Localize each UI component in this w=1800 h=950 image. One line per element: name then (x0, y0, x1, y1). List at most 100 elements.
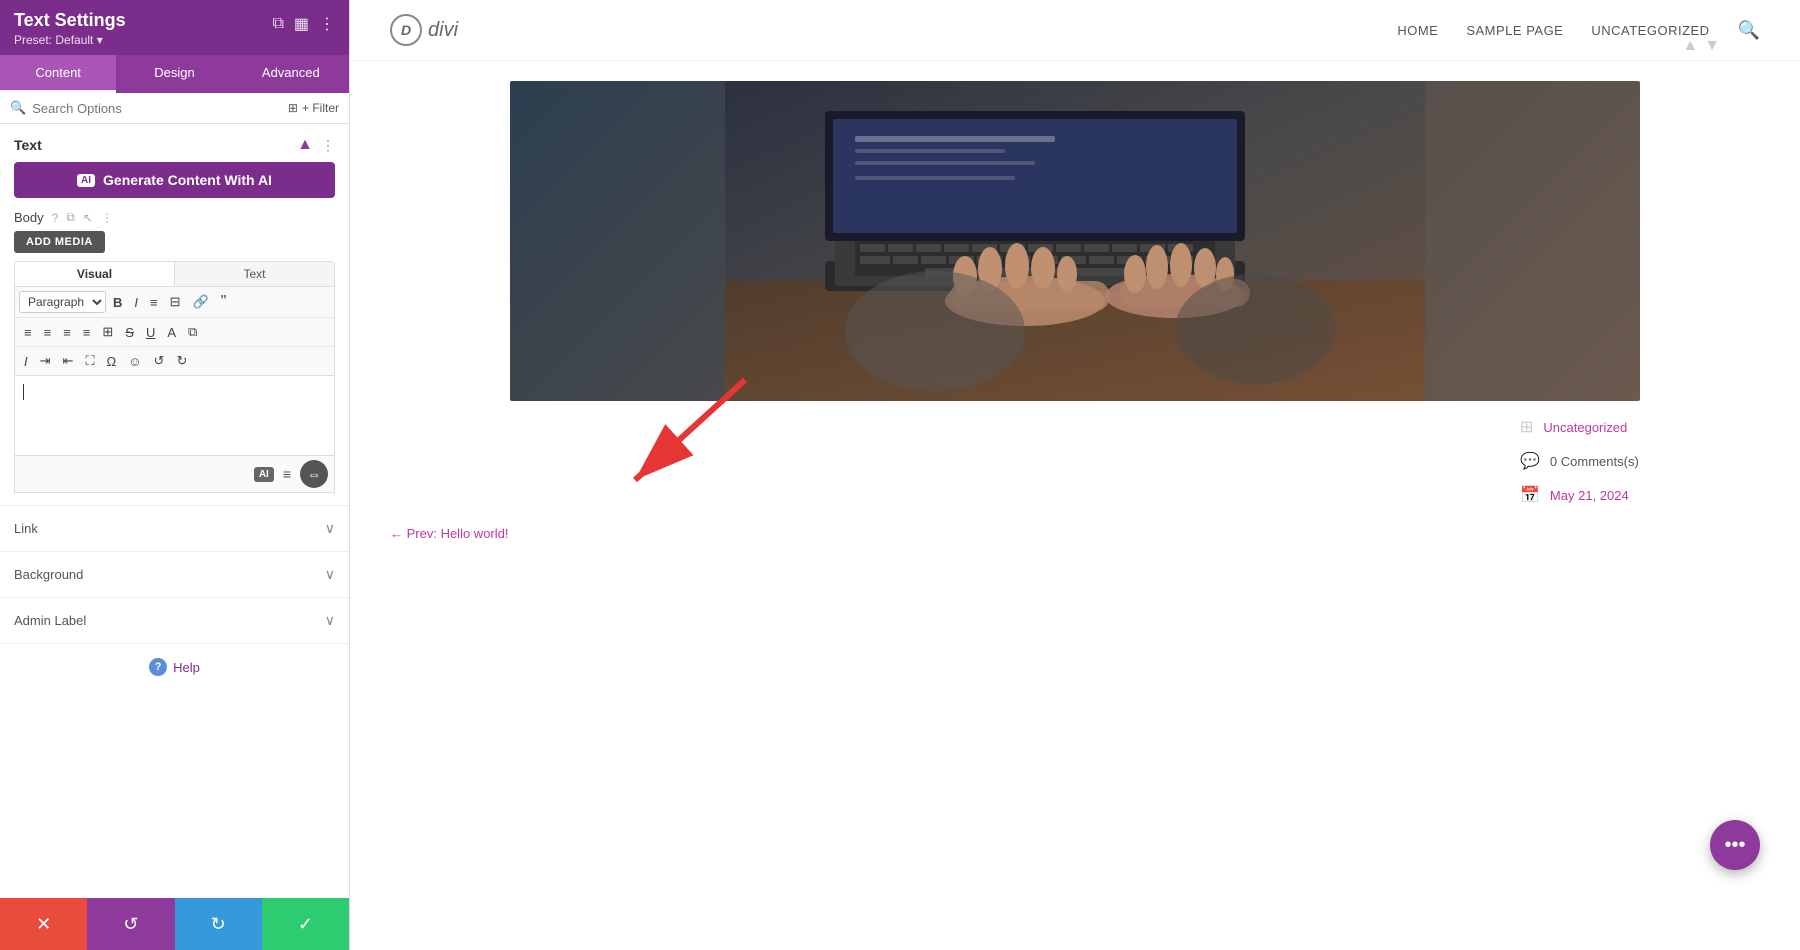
logo-circle: D (390, 14, 422, 46)
unordered-list-button[interactable]: ≡ (145, 292, 163, 313)
logo-text: divi (428, 19, 458, 42)
collapse-icon[interactable]: ▲ (297, 136, 313, 154)
meta-category: ⊞ Uncategorized (1520, 417, 1720, 437)
category-text[interactable]: Uncategorized (1543, 420, 1627, 435)
undo-icon: ↺ (123, 914, 138, 935)
filter-icon: ⊞ (288, 101, 298, 115)
panel-tabs: Content Design Advanced (0, 55, 349, 93)
date-text[interactable]: May 21, 2024 (1550, 488, 1629, 503)
panel-title: Text Settings (14, 10, 126, 31)
lines-icon-button[interactable]: ≡ (280, 463, 294, 485)
expand-button[interactable]: ⇔ (300, 460, 328, 488)
outdent-button[interactable]: ⇤ (58, 350, 79, 372)
search-bar: 🔍 ⊞ + Filter (0, 93, 349, 124)
paragraph-select[interactable]: Paragraph (19, 291, 106, 313)
help-icon-small[interactable]: ? (52, 211, 59, 225)
text-icons-row: AI ≡ ⇔ (14, 456, 335, 493)
cancel-icon: ✕ (36, 914, 51, 935)
nav-sample-page[interactable]: SAMPLE PAGE (1466, 23, 1563, 38)
editor-tab-visual[interactable]: Visual (15, 262, 175, 286)
link-section-header[interactable]: Link ∨ (0, 506, 349, 551)
section-icons: ▲ ⋮ (297, 136, 335, 154)
ai-generate-button[interactable]: AI Generate Content With AI (14, 162, 335, 198)
text-color-button[interactable]: A (162, 322, 181, 343)
toolbar-row-3: I ⇥ ⇤ ⛶ Ω ☺ ↺ ↻ (15, 347, 334, 375)
bold-button[interactable]: B (108, 292, 127, 313)
tab-content[interactable]: Content (0, 55, 116, 93)
filter-button[interactable]: ⊞ + Filter (288, 101, 339, 115)
section-more-icon[interactable]: ⋮ (321, 137, 335, 154)
ai-button-label: Generate Content With AI (103, 172, 272, 188)
site-logo[interactable]: D divi (390, 14, 458, 46)
align-justify-button[interactable]: ≡ (78, 322, 96, 343)
link-section-title: Link (14, 521, 38, 536)
italic2-button[interactable]: I (19, 351, 33, 372)
fullscreen-button[interactable]: ⛶ (80, 350, 99, 372)
expand-icon: ⇔ (307, 466, 321, 482)
admin-label-section-header[interactable]: Admin Label ∨ (0, 598, 349, 643)
cancel-button[interactable]: ✕ (0, 898, 87, 950)
floating-action-button[interactable]: ••• (1710, 820, 1760, 870)
site-preview: D divi HOME SAMPLE PAGE UNCATEGORIZED 🔍 (350, 0, 1800, 950)
redo-button[interactable]: ↻ (175, 898, 262, 950)
meta-comments: 💬 0 Comments(s) (1520, 451, 1720, 471)
tab-advanced[interactable]: Advanced (233, 55, 349, 93)
indent-button[interactable]: ⇥ (35, 350, 56, 372)
add-media-button[interactable]: ADD MEDIA (14, 231, 105, 253)
align-left-button[interactable]: ≡ (19, 322, 37, 343)
search-input[interactable] (32, 101, 282, 116)
ai-inline-button[interactable]: AI (254, 467, 274, 482)
link-button[interactable]: 🔗 (188, 291, 214, 313)
nav-home[interactable]: HOME (1397, 23, 1438, 38)
comments-text[interactable]: 0 Comments(s) (1550, 454, 1639, 469)
prev-link-area: ← Prev: Hello world! (350, 505, 1800, 563)
prev-link[interactable]: ← Prev: Hello world! (390, 526, 508, 541)
help-section[interactable]: ? Help (0, 643, 349, 690)
background-section-title: Background (14, 567, 83, 582)
blockquote-button[interactable]: " (216, 290, 232, 314)
tab-design[interactable]: Design (116, 55, 232, 93)
copy-icon-small[interactable]: ⧉ (66, 210, 75, 225)
more-icon-small[interactable]: ⋮ (101, 211, 113, 225)
toolbar-row-2: ≡ ≡ ≡ ≡ ⊞ S U A ⧉ (15, 318, 334, 347)
emoji-button[interactable]: ☺ (123, 351, 146, 372)
align-center-button[interactable]: ≡ (39, 322, 57, 343)
redo-editor-button[interactable]: ↻ (171, 350, 192, 372)
editor-tab-text[interactable]: Text (175, 262, 334, 286)
arrow-up-icon[interactable]: ▲ (1682, 37, 1698, 55)
admin-label-title: Admin Label (14, 613, 86, 628)
text-section-header[interactable]: Text ▲ ⋮ (0, 124, 349, 162)
settings-icon[interactable]: ⧉ (272, 15, 283, 33)
text-section-title: Text (14, 137, 42, 153)
hero-image (510, 81, 1640, 401)
align-right-button[interactable]: ≡ (58, 322, 76, 343)
save-button[interactable]: ✓ (262, 898, 349, 950)
undo-editor-button[interactable]: ↺ (149, 350, 170, 372)
ordered-list-button[interactable]: ⊟ (165, 291, 186, 313)
text-content-area[interactable] (14, 376, 335, 456)
meta-area: ▲ ▼ ⊞ Uncategorized 💬 0 Comments(s) 📅 Ma… (350, 417, 1800, 505)
admin-label-section: Admin Label ∨ (0, 597, 349, 643)
nav-search-icon[interactable]: 🔍 (1738, 20, 1760, 41)
more-icon[interactable]: ⋮ (319, 14, 335, 34)
underline-button[interactable]: U (141, 322, 160, 343)
paste-button[interactable]: ⧉ (183, 321, 202, 343)
panel-header: Text Settings Preset: Default ▾ ⧉ ▦ ⋮ (0, 0, 349, 55)
search-icon: 🔍 (10, 100, 26, 116)
strikethrough-button[interactable]: S (120, 322, 139, 343)
background-section-header[interactable]: Background ∨ (0, 552, 349, 597)
undo-button[interactable]: ↺ (87, 898, 174, 950)
hero-container (350, 81, 1800, 401)
comments-icon: 💬 (1520, 451, 1540, 471)
sort-arrows: ▲ ▼ (1682, 37, 1720, 55)
cursor-icon-small[interactable]: ↖ (83, 211, 93, 225)
panel-preset[interactable]: Preset: Default ▾ (14, 33, 126, 47)
table-button[interactable]: ⊞ (97, 321, 118, 343)
italic-button[interactable]: I (129, 292, 143, 313)
omega-button[interactable]: Ω (102, 351, 122, 372)
nav-uncategorized[interactable]: UNCATEGORIZED (1591, 23, 1709, 38)
arrow-down-icon[interactable]: ▼ (1704, 37, 1720, 55)
layout-icon[interactable]: ▦ (294, 14, 309, 34)
logo-letter: D (401, 22, 411, 38)
link-section: Link ∨ (0, 505, 349, 551)
